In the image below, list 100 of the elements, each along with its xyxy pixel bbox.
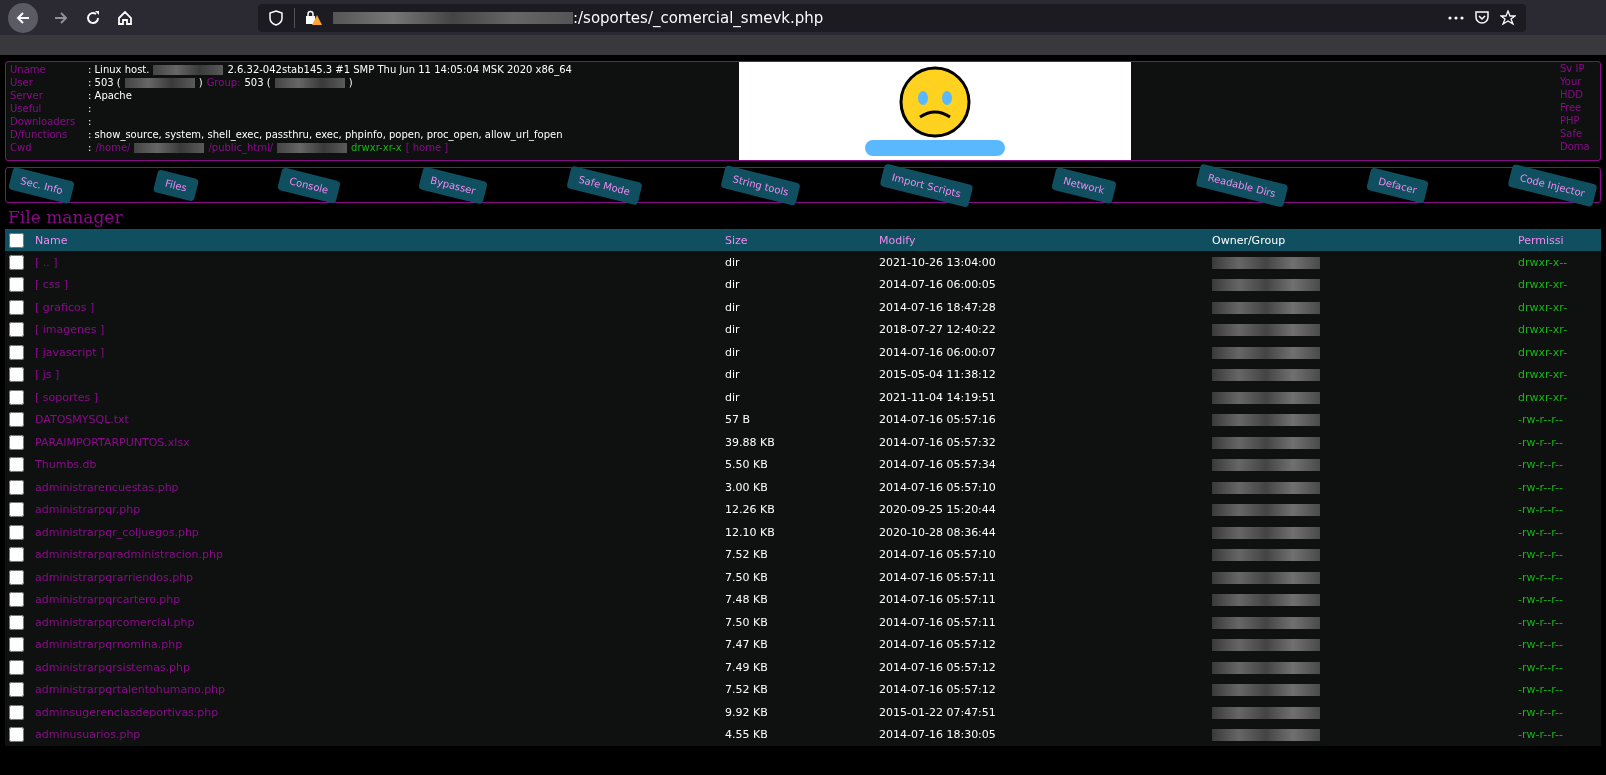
select-all-checkbox[interactable] bbox=[9, 233, 24, 248]
row-checkbox[interactable] bbox=[9, 367, 24, 383]
warning-lock-icon[interactable] bbox=[305, 9, 323, 26]
menu-tab[interactable]: Code Injector bbox=[1507, 163, 1598, 207]
file-link[interactable]: administrarpqradministracion.php bbox=[35, 548, 223, 562]
permission-link[interactable]: -rw-r--r-- bbox=[1518, 548, 1563, 562]
path-link[interactable]: /public_html/ bbox=[208, 141, 274, 154]
menu-tab[interactable]: Network bbox=[1051, 166, 1118, 204]
row-checkbox[interactable] bbox=[9, 524, 24, 540]
row-checkbox[interactable] bbox=[9, 569, 24, 585]
menu-tab[interactable]: Defacer bbox=[1366, 166, 1430, 204]
column-header[interactable]: Modify bbox=[879, 234, 1212, 247]
column-header[interactable]: Name bbox=[35, 234, 725, 247]
permission-link[interactable]: -rw-r--r-- bbox=[1518, 705, 1563, 719]
permission-link[interactable]: drwxr-xr- bbox=[1518, 278, 1568, 292]
reload-icon[interactable] bbox=[84, 8, 102, 27]
pocket-icon[interactable] bbox=[1474, 9, 1490, 26]
file-link[interactable]: Thumbs.db bbox=[35, 458, 97, 472]
file-link[interactable]: adminusuarios.php bbox=[35, 728, 141, 742]
row-checkbox[interactable] bbox=[9, 434, 24, 450]
row-checkbox[interactable] bbox=[9, 299, 24, 315]
row-checkbox[interactable] bbox=[9, 277, 24, 293]
row-checkbox[interactable] bbox=[9, 322, 24, 338]
menu-tab[interactable]: String tools bbox=[720, 164, 801, 206]
row-checkbox[interactable] bbox=[9, 659, 24, 675]
home-icon[interactable] bbox=[116, 8, 134, 27]
star-icon[interactable] bbox=[1500, 9, 1516, 26]
permission-link[interactable]: drwxr-xr- bbox=[1518, 345, 1568, 359]
file-link[interactable]: administrarpqrnomina.php bbox=[35, 638, 183, 652]
file-link[interactable]: administrarpqrcartero.php bbox=[35, 593, 181, 607]
file-link[interactable]: [ imagenes ] bbox=[35, 323, 105, 337]
info-label: Sv IP bbox=[1560, 62, 1586, 75]
row-checkbox[interactable] bbox=[9, 592, 24, 608]
permission-link[interactable]: -rw-r--r-- bbox=[1518, 458, 1563, 472]
row-checkbox[interactable] bbox=[9, 479, 24, 495]
permission-link[interactable]: drwxr-x-- bbox=[1518, 255, 1568, 269]
path-link[interactable]: /home/ bbox=[95, 141, 131, 154]
file-link[interactable]: administrarpqrcomercial.php bbox=[35, 615, 195, 629]
address-bar[interactable]: :/soportes/_comercial_smevk.php bbox=[258, 3, 1526, 32]
row-checkbox[interactable] bbox=[9, 254, 24, 270]
file-link[interactable]: PARAIMPORTARPUNTOS.xlsx bbox=[35, 435, 190, 449]
menu-tab[interactable]: Console bbox=[276, 166, 341, 204]
menu-tab[interactable]: Files bbox=[152, 168, 200, 202]
path-link[interactable]: [ home ] bbox=[405, 141, 449, 154]
column-header[interactable]: Permissi bbox=[1518, 234, 1598, 247]
info-value: : Linux host. bbox=[88, 63, 150, 76]
permission-link[interactable]: -rw-r--r-- bbox=[1518, 525, 1563, 539]
row-checkbox[interactable] bbox=[9, 344, 24, 360]
shield-icon[interactable] bbox=[268, 9, 284, 26]
file-link[interactable]: administrarencuestas.php bbox=[35, 480, 179, 494]
file-link[interactable]: adminsugerenciasdeportivas.php bbox=[35, 705, 219, 719]
menu-tab[interactable]: Import Scripts bbox=[879, 162, 974, 208]
permission-link[interactable]: -rw-r--r-- bbox=[1518, 413, 1563, 427]
permission-link[interactable]: -rw-r--r-- bbox=[1518, 728, 1563, 742]
file-link[interactable]: administrarpqrtalentohumano.php bbox=[35, 683, 226, 697]
menu-tab[interactable]: Safe Mode bbox=[566, 165, 643, 205]
row-checkbox[interactable] bbox=[9, 389, 24, 405]
permission-link[interactable]: -rw-r--r-- bbox=[1518, 435, 1563, 449]
permission-link[interactable]: -rw-r--r-- bbox=[1518, 638, 1563, 652]
file-link[interactable]: [ css ] bbox=[35, 278, 69, 292]
column-header[interactable]: Size bbox=[725, 234, 879, 247]
permission-link[interactable]: -rw-r--r-- bbox=[1518, 593, 1563, 607]
permission-link[interactable]: drwxr-xr- bbox=[1518, 368, 1568, 382]
permission-link[interactable]: drwxr-xr- bbox=[1518, 300, 1568, 314]
permission-link[interactable]: -rw-r--r-- bbox=[1518, 570, 1563, 584]
row-checkbox[interactable] bbox=[9, 682, 24, 698]
permission-link[interactable]: drwxr-xr- bbox=[1518, 390, 1568, 404]
file-link[interactable]: [ .. ] bbox=[35, 255, 58, 269]
row-checkbox[interactable] bbox=[9, 727, 24, 743]
menu-tab[interactable]: Sec. Info bbox=[8, 166, 76, 204]
table-cell: 2014-07-16 06:00:05 bbox=[879, 278, 996, 292]
row-checkbox[interactable] bbox=[9, 704, 24, 720]
table-cell: 2014-07-16 05:57:11 bbox=[879, 615, 996, 629]
permission-link[interactable]: -rw-r--r-- bbox=[1518, 503, 1563, 517]
file-link[interactable]: administrarpqr_coljuegos.php bbox=[35, 525, 199, 539]
permission-link[interactable]: -rw-r--r-- bbox=[1518, 660, 1563, 674]
permission-link[interactable]: -rw-r--r-- bbox=[1518, 480, 1563, 494]
permission-text: drwxr-xr-x bbox=[351, 141, 402, 154]
back-button[interactable] bbox=[8, 2, 38, 33]
file-link[interactable]: [ javascript ] bbox=[35, 345, 105, 359]
row-checkbox[interactable] bbox=[9, 502, 24, 518]
row-checkbox[interactable] bbox=[9, 547, 24, 563]
info-label: Uname bbox=[10, 63, 47, 76]
permission-link[interactable]: -rw-r--r-- bbox=[1518, 683, 1563, 697]
file-link[interactable]: administrarpqr.php bbox=[35, 503, 141, 517]
row-checkbox[interactable] bbox=[9, 614, 24, 630]
file-link[interactable]: administrarpqrarriendos.php bbox=[35, 570, 194, 584]
permission-link[interactable]: -rw-r--r-- bbox=[1518, 615, 1563, 629]
table-cell: 2014-07-16 05:57:10 bbox=[879, 480, 996, 494]
permission-link[interactable]: drwxr-xr- bbox=[1518, 323, 1568, 337]
row-checkbox[interactable] bbox=[9, 457, 24, 473]
more-icon[interactable] bbox=[1448, 15, 1464, 20]
row-checkbox[interactable] bbox=[9, 412, 24, 428]
file-link[interactable]: [ graficos ] bbox=[35, 300, 95, 314]
file-link[interactable]: administrarpqrsistemas.php bbox=[35, 660, 191, 674]
file-link[interactable]: DATOSMYSQL.txt bbox=[35, 413, 129, 427]
info-label: Doma bbox=[1560, 140, 1591, 153]
file-link[interactable]: [ soportes ] bbox=[35, 390, 99, 404]
file-link[interactable]: [ js ] bbox=[35, 368, 60, 382]
row-checkbox[interactable] bbox=[9, 637, 24, 653]
